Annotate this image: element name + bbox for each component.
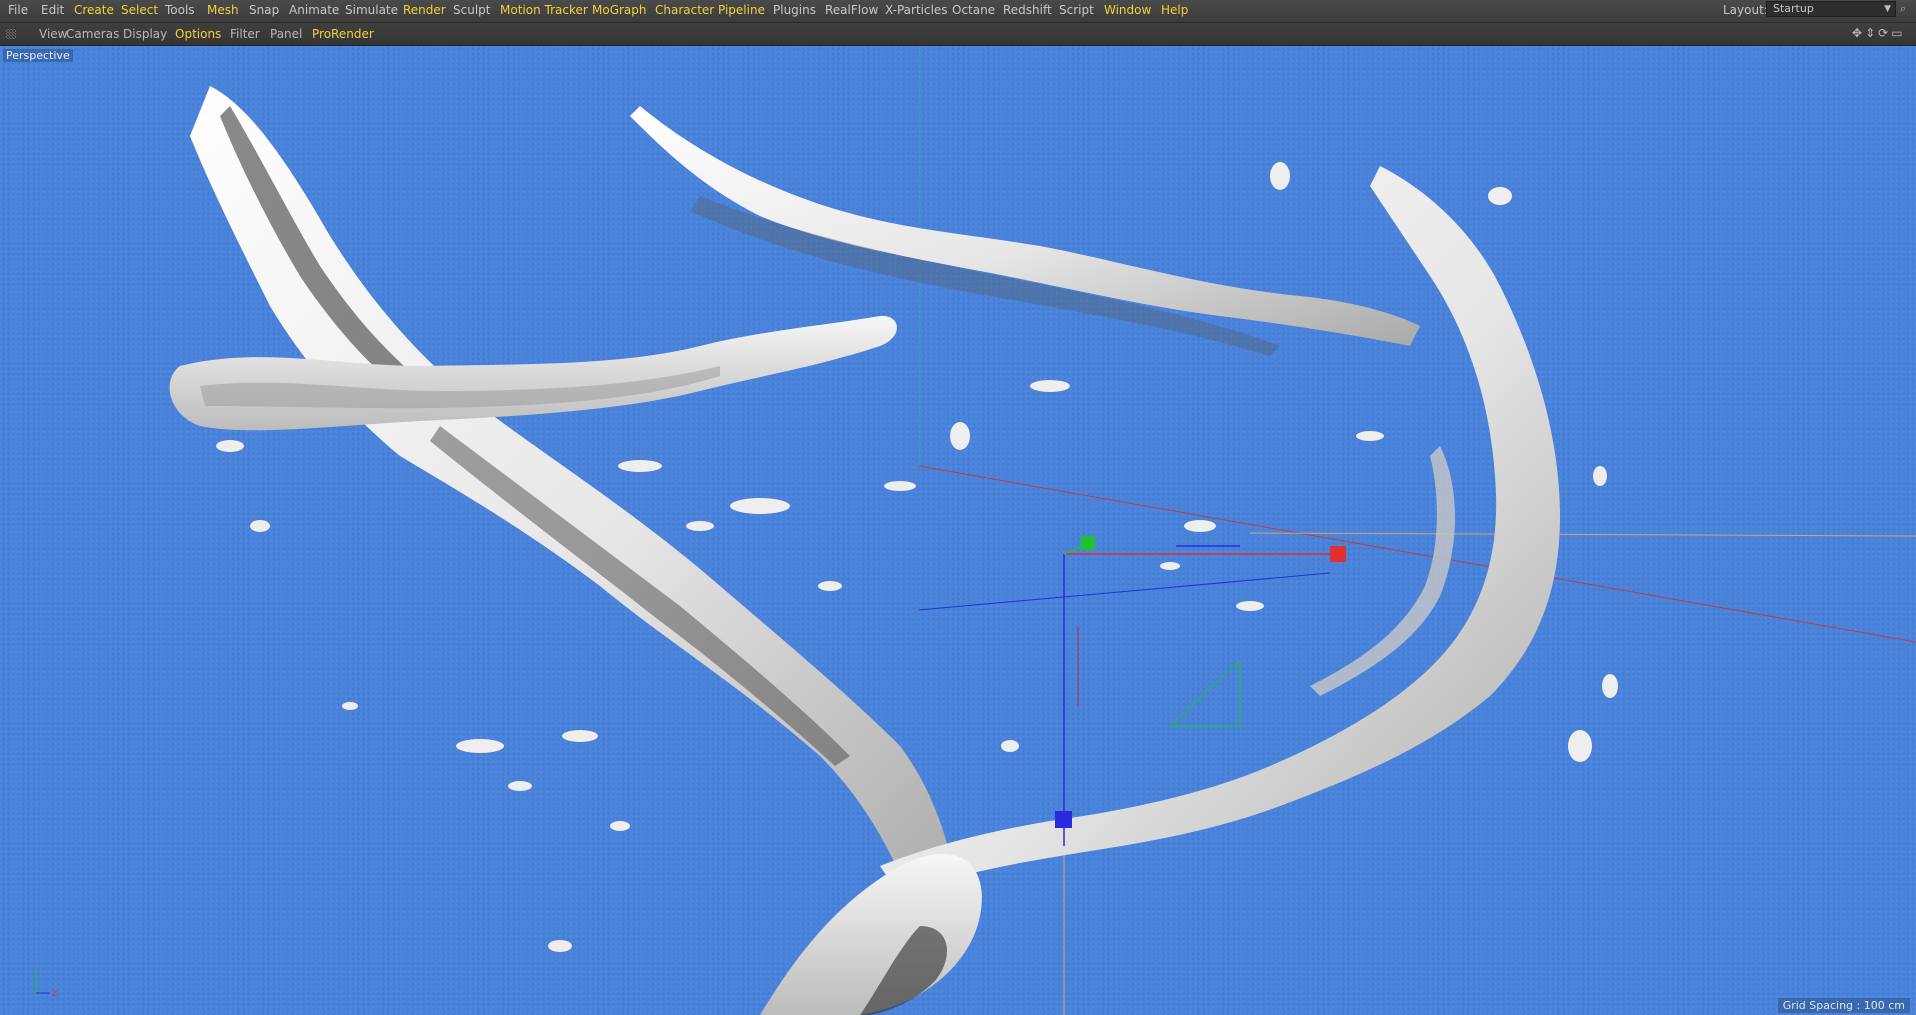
viewport-menu-view[interactable]: View (39, 27, 67, 41)
menu-select[interactable]: Select (121, 3, 158, 17)
menu-window[interactable]: Window (1104, 3, 1151, 17)
chevron-down-icon: ▼ (1884, 4, 1891, 14)
menu-octane[interactable]: Octane (952, 3, 995, 17)
viewport-menu-bar: View Cameras Display Options Filter Pane… (0, 23, 1916, 46)
menu-file[interactable]: File (8, 3, 28, 17)
viewport-menu-options[interactable]: Options (175, 27, 221, 41)
menu-character[interactable]: Character (655, 3, 714, 17)
x-axis-handle (1330, 546, 1346, 562)
grip-icon[interactable] (6, 29, 16, 39)
menu-snap[interactable]: Snap (249, 3, 279, 17)
menu-motion-tracker[interactable]: Motion Tracker (500, 3, 588, 17)
viewport-menu-panel[interactable]: Panel (270, 27, 302, 41)
layout-dropdown[interactable]: Startup ▼ (1766, 1, 1896, 17)
menu-script[interactable]: Script (1059, 3, 1094, 17)
move-view-icon[interactable]: ✥ (1852, 26, 1865, 40)
camera-label[interactable]: Perspective (3, 49, 73, 62)
axis-z-label: z (52, 988, 57, 999)
menu-realflow[interactable]: RealFlow (825, 3, 878, 17)
menu-edit[interactable]: Edit (41, 3, 64, 17)
menu-mograph[interactable]: MoGraph (592, 3, 647, 17)
menu-simulate[interactable]: Simulate (345, 3, 398, 17)
viewport-menu-filter[interactable]: Filter (230, 27, 260, 41)
fluid-band-center (169, 315, 897, 431)
fluid-swirl-bottom (760, 854, 982, 1015)
world-axis-icon: z (35, 969, 57, 999)
viewport-menu-prorender[interactable]: ProRender (312, 27, 374, 41)
grid-spacing-readout: Grid Spacing : 100 cm (1777, 998, 1910, 1013)
z-axis-handle (1055, 811, 1072, 828)
viewport-menu-cameras[interactable]: Cameras (66, 27, 119, 41)
menu-help[interactable]: Help (1161, 3, 1188, 17)
search-icon[interactable]: ⌕ (1900, 2, 1914, 16)
menu-bar: File Edit Create Select Tools Mesh Snap … (0, 0, 1916, 23)
fluid-mesh-scene (169, 46, 1916, 1015)
menu-animate[interactable]: Animate (289, 3, 339, 17)
menu-sculpt[interactable]: Sculpt (453, 3, 490, 17)
rotate-view-icon[interactable]: ⟳ (1878, 26, 1891, 40)
menu-render[interactable]: Render (403, 3, 446, 17)
menu-pipeline[interactable]: Pipeline (718, 3, 765, 17)
menu-mesh[interactable]: Mesh (207, 3, 239, 17)
maximize-view-icon[interactable]: ▭ (1891, 26, 1905, 40)
menu-redshift[interactable]: Redshift (1003, 3, 1052, 17)
menu-x-particles[interactable]: X-Particles (885, 3, 948, 17)
menu-plugins[interactable]: Plugins (773, 3, 816, 17)
3d-viewport[interactable]: Perspective z Grid Spacing : 100 cm (0, 46, 1916, 1015)
dolly-view-icon[interactable]: ⇕ (1865, 26, 1878, 40)
layout-label: Layout: (1723, 3, 1768, 17)
viewport-menu-display[interactable]: Display (123, 27, 167, 41)
y-axis-handle (1081, 536, 1095, 550)
layout-value: Startup (1773, 2, 1814, 15)
menu-tools[interactable]: Tools (165, 3, 195, 17)
viewport-nav-icons: ✥⇕⟳▭ (1852, 26, 1906, 40)
menu-create[interactable]: Create (74, 3, 114, 17)
